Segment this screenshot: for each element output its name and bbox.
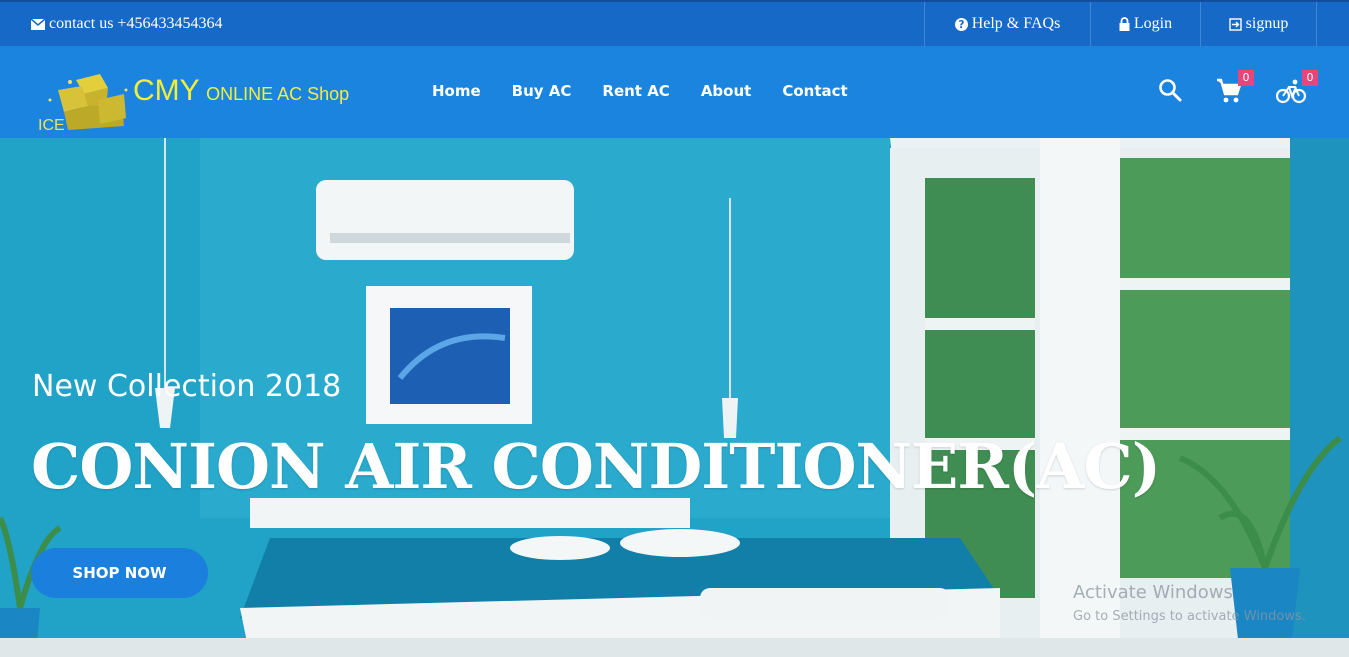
- watermark-title: Activate Windows: [1073, 582, 1233, 603]
- help-faqs-label: Help & FAQs: [971, 15, 1061, 32]
- help-faqs-link[interactable]: ? Help & FAQs: [924, 2, 1090, 46]
- svg-text:?: ?: [958, 20, 964, 31]
- nav-contact[interactable]: Contact: [782, 82, 847, 100]
- brand-main: CMY: [133, 74, 200, 107]
- brand-name[interactable]: CMY ONLINE AC Shop: [133, 74, 349, 108]
- contact-info: contact us +456433454364: [31, 15, 222, 33]
- watermark-subtitle: Go to Settings to activate Windows.: [1073, 609, 1306, 624]
- nav-about[interactable]: About: [701, 82, 752, 100]
- hero-title: CONION AIR CONDITIONER(AC): [31, 430, 1161, 503]
- hero-subtitle: New Collection 2018: [32, 369, 342, 404]
- nav-home[interactable]: Home: [432, 82, 481, 100]
- lock-icon: [1119, 17, 1130, 31]
- logo-text: ICE: [38, 117, 65, 132]
- nav-buy-ac[interactable]: Buy AC: [512, 82, 572, 100]
- question-circle-icon: ?: [954, 17, 968, 31]
- brand-sub: ONLINE AC Shop: [206, 84, 350, 104]
- login-link[interactable]: Login: [1090, 2, 1200, 46]
- activate-windows-watermark: Activate Windows Go to Settings to activ…: [1073, 582, 1306, 624]
- main-navbar: ICE CMY ONLINE AC Shop Home Buy AC Rent …: [0, 46, 1349, 138]
- signup-link[interactable]: signup: [1200, 2, 1317, 46]
- bike-count-badge: 0: [1302, 70, 1318, 86]
- ice-cube-logo[interactable]: ICE: [38, 60, 133, 132]
- login-label: Login: [1133, 15, 1173, 32]
- cart-count-badge: 0: [1238, 70, 1254, 86]
- top-bar: contact us +456433454364 ? Help & FAQs L…: [0, 0, 1349, 46]
- shop-now-button[interactable]: SHOP NOW: [31, 548, 208, 598]
- nav-rent-ac[interactable]: Rent AC: [602, 82, 669, 100]
- nav-icons: 0 0: [1158, 70, 1328, 116]
- hero-banner: New Collection 2018 CONION AIR CONDITION…: [0, 138, 1349, 657]
- search-icon[interactable]: [1158, 78, 1182, 102]
- mail-icon: [31, 18, 45, 30]
- contact-text: contact us +456433454364: [49, 15, 223, 32]
- nav-menu: Home Buy AC Rent AC About Contact: [432, 82, 848, 100]
- top-links: ? Help & FAQs Login signup: [924, 2, 1317, 46]
- signup-label: signup: [1245, 15, 1289, 32]
- signup-icon: [1228, 17, 1242, 31]
